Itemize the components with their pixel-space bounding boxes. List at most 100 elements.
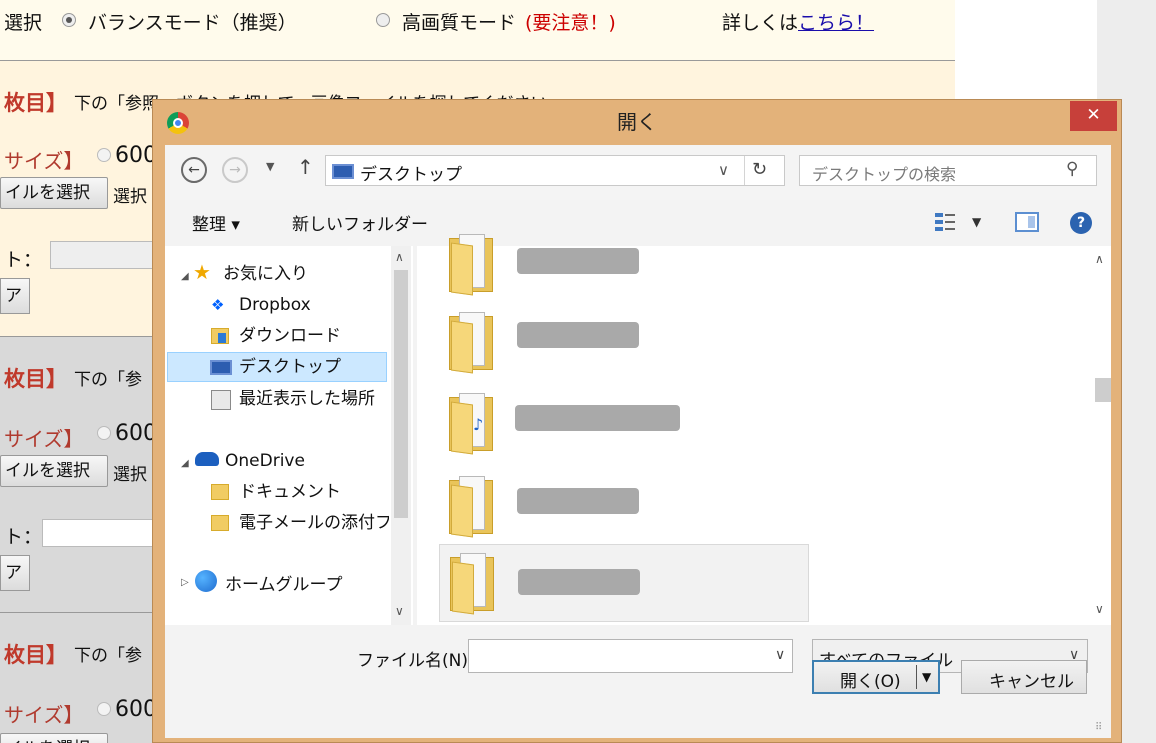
scroll-down-icon[interactable]: ∨ [395, 604, 404, 618]
open-dropdown-icon[interactable]: ▼ [922, 670, 931, 684]
section-title: 枚目】 [4, 367, 67, 391]
nav-item-recent[interactable]: 最近表示した場所 [239, 384, 375, 414]
no-file-label: 選択 [113, 187, 147, 207]
cancel-button-label: キャンセル [989, 672, 1074, 692]
address-path: デスクトップ [360, 165, 462, 185]
choose-file-button[interactable]: イルを選択 [0, 177, 108, 209]
search-input[interactable]: デスクトップの検索 ⚲ [799, 155, 1097, 186]
file-item[interactable] [439, 224, 809, 302]
back-icon[interactable]: ← [181, 157, 207, 183]
hq-mode-radio[interactable] [376, 13, 390, 27]
size-radio[interactable] [97, 426, 111, 440]
clear-button[interactable]: ア [0, 278, 30, 314]
expand-icon[interactable]: ◢ [181, 271, 189, 282]
desktop-icon [210, 360, 232, 375]
nav-item-desktop[interactable]: デスクトップ [167, 352, 387, 382]
open-file-dialog: 開く ✕ ← → ▼ ↑ デスクトップ ∨ ↻ デスクトップの検索 ⚲ 整理 ▾… [152, 99, 1122, 743]
section-hint: 下の「参 [74, 646, 142, 666]
chevron-down-icon[interactable]: ∨ [718, 161, 729, 179]
scroll-up-icon[interactable]: ∧ [1095, 252, 1104, 266]
search-placeholder: デスクトップの検索 [812, 165, 957, 184]
hq-mode-label: 高画質モード [402, 12, 517, 34]
filename-input[interactable]: ∨ [468, 639, 793, 673]
recent-locations-icon[interactable]: ▼ [266, 160, 274, 173]
nav-item-homegroup[interactable]: ホームグループ [225, 570, 342, 600]
folder-icon [449, 310, 497, 374]
star-icon: ★ [193, 260, 211, 284]
view-options-icon[interactable] [935, 212, 955, 232]
file-item[interactable]: ♪ [439, 383, 809, 461]
redacted-filename [518, 569, 640, 595]
help-icon[interactable]: ? [1070, 212, 1092, 234]
folder-icon [211, 515, 229, 531]
details-link[interactable]: こちら！ [798, 8, 874, 35]
nav-item-downloads[interactable]: ダウンロード [239, 321, 341, 351]
dialog-footer: ファイル名(N): ∨ すべてのファイル ∨ 開く(O) ▼ キャンセル ⠿ [165, 625, 1111, 738]
recent-places-icon [211, 390, 231, 410]
refresh-icon[interactable]: ↻ [752, 159, 767, 180]
preview-pane-icon[interactable] [1015, 212, 1039, 232]
hq-warning: (要注意！) [525, 12, 616, 34]
scroll-up-icon[interactable]: ∧ [395, 250, 404, 264]
expand-icon[interactable]: ▷ [181, 577, 189, 588]
filename-label: ファイル名(N): [357, 651, 474, 671]
navigation-pane: ◢ ★ お気に入り ❖ Dropbox ダウンロード デスクトップ 最近表示した… [165, 246, 413, 625]
select-label: 選択 [4, 12, 43, 34]
close-button[interactable]: ✕ [1070, 101, 1117, 131]
divider [744, 156, 745, 185]
forward-icon[interactable]: → [222, 157, 248, 183]
nav-item-favorites[interactable]: お気に入り [223, 259, 308, 289]
resize-grip-icon[interactable]: ⠿ [1095, 722, 1102, 733]
redacted-filename [517, 488, 639, 514]
section-hint: 下の「参 [74, 370, 142, 390]
file-item[interactable] [439, 302, 809, 380]
new-folder-button[interactable]: 新しいフォルダー [292, 210, 428, 235]
divider [916, 665, 917, 689]
nav-item-onedrive[interactable]: OneDrive [225, 446, 305, 476]
up-folder-icon[interactable]: ↑ [297, 155, 314, 179]
size-radio[interactable] [97, 148, 111, 162]
search-icon[interactable]: ⚲ [1066, 159, 1078, 179]
cancel-button[interactable]: キャンセル [961, 660, 1087, 694]
address-bar[interactable]: デスクトップ ∨ ↻ [325, 155, 785, 186]
no-file-label: 選択 [113, 738, 147, 743]
size-radio[interactable] [97, 702, 111, 716]
dropbox-icon: ❖ [211, 296, 225, 314]
scroll-thumb[interactable] [1095, 378, 1111, 402]
chevron-down-icon[interactable]: ∨ [775, 647, 785, 663]
expand-icon[interactable]: ◢ [181, 458, 189, 469]
homegroup-icon [195, 570, 217, 592]
nav-item-documents[interactable]: ドキュメント [239, 477, 341, 507]
clear-button[interactable]: ア [0, 555, 30, 591]
nav-item-dropbox[interactable]: Dropbox [239, 290, 311, 320]
choose-file-button[interactable]: イルを選択 [0, 733, 108, 743]
size-value: 600 [115, 421, 157, 446]
scroll-thumb[interactable] [394, 270, 408, 518]
file-list-pane: ♪ ∧ ∨ [417, 234, 1111, 625]
size-option[interactable]: 600 [97, 697, 157, 722]
balance-mode-label: バランスモード（推奨） [88, 12, 297, 34]
view-dropdown-icon[interactable]: ▼ [972, 215, 981, 229]
no-file-label: 選択 [113, 465, 147, 485]
nav-item-email-attachments[interactable]: 電子メールの添付ファ [239, 508, 389, 538]
file-item-selected[interactable] [439, 544, 809, 622]
choose-file-button[interactable]: イルを選択 [0, 455, 108, 487]
size-option[interactable]: 600 [97, 421, 157, 446]
comment-input[interactable] [42, 519, 162, 547]
nav-scrollbar[interactable]: ∧ ∨ [391, 246, 411, 625]
folder-icon [450, 551, 498, 615]
download-folder-icon [211, 328, 229, 344]
organize-menu[interactable]: 整理 ▾ [192, 210, 240, 235]
size-label: サイズ】 [4, 149, 84, 173]
scroll-down-icon[interactable]: ∨ [1095, 602, 1104, 616]
open-button[interactable]: 開く(O) ▼ [812, 660, 940, 694]
file-scrollbar[interactable]: ∧ ∨ [1091, 246, 1111, 625]
file-item[interactable] [439, 466, 809, 544]
balance-mode-radio[interactable] [62, 13, 76, 27]
folder-icon [449, 474, 497, 538]
size-option[interactable]: 600 [97, 143, 157, 168]
section-title: 枚目】 [4, 643, 67, 667]
desktop-icon [332, 164, 354, 179]
size-label: サイズ】 [4, 427, 84, 451]
mode-select-bar: 選択 バランスモード（推奨） 高画質モード (要注意！) 詳しくは こちら！ [0, 0, 955, 61]
